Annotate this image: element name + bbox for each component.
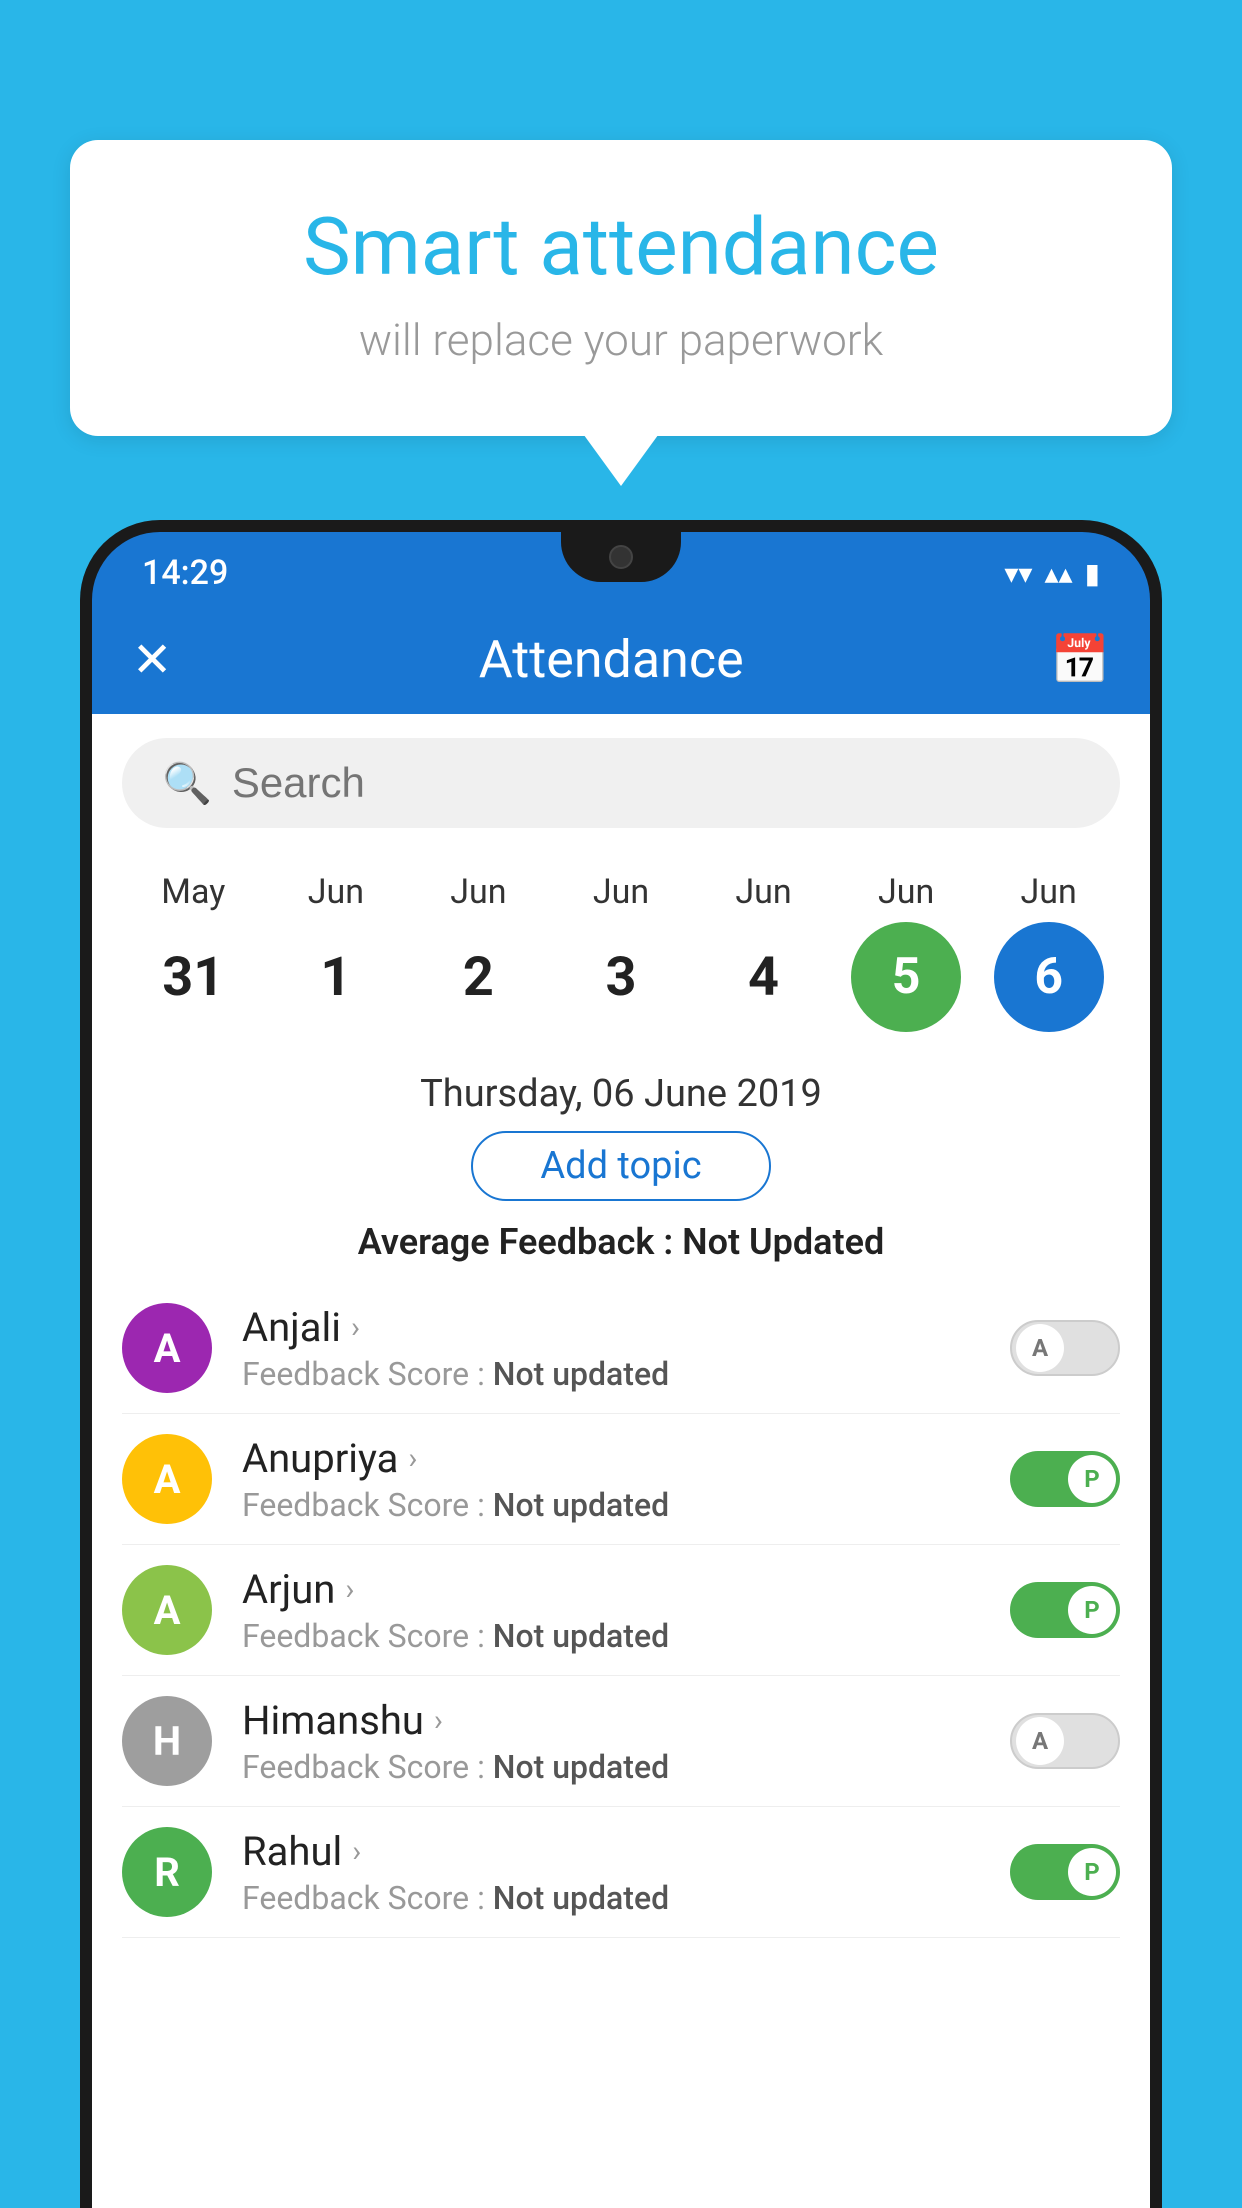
add-topic-button[interactable]: Add topic (471, 1131, 771, 1201)
attendance-toggle[interactable]: P (1010, 1582, 1120, 1638)
search-bar[interactable]: 🔍 (122, 738, 1120, 828)
student-info: Anupriya › Feedback Score : Not updated (242, 1435, 1010, 1524)
student-item-1[interactable]: A Anupriya › Feedback Score : Not updated P (122, 1414, 1120, 1545)
student-name: Rahul › (242, 1828, 1010, 1875)
cal-day-number: 1 (281, 922, 391, 1032)
app-title: Attendance (479, 629, 744, 690)
student-name: Himanshu › (242, 1697, 1010, 1744)
student-name: Anjali › (242, 1304, 1010, 1351)
cal-month-label: May (161, 872, 225, 912)
app-header: ✕ Attendance 📅 (92, 604, 1150, 714)
search-input[interactable] (232, 759, 1080, 807)
student-item-4[interactable]: R Rahul › Feedback Score : Not updated P (122, 1807, 1120, 1938)
attendance-toggle[interactable]: P (1010, 1844, 1120, 1900)
cal-month-label: Jun (450, 872, 506, 912)
phone-frame: 14:29 ▾▾ ▴▴ ▮ ✕ Attendance 📅 🔍 May31Jun (80, 520, 1162, 2208)
cal-month-label: Jun (878, 872, 934, 912)
student-feedback: Feedback Score : Not updated (242, 1617, 1010, 1655)
toggle-knob: A (1016, 1717, 1064, 1765)
student-avatar: A (122, 1565, 212, 1655)
cal-month-label: Jun (308, 872, 364, 912)
attendance-toggle[interactable]: A (1010, 1320, 1120, 1376)
date-info: Thursday, 06 June 2019 (92, 1052, 1150, 1131)
phone-inner: 14:29 ▾▾ ▴▴ ▮ ✕ Attendance 📅 🔍 May31Jun (92, 532, 1150, 2208)
avg-feedback-label: Average Feedback : (358, 1221, 682, 1263)
speech-bubble: Smart attendance will replace your paper… (70, 140, 1172, 436)
student-item-0[interactable]: AAnjali ›Feedback Score : Not updatedA (122, 1283, 1120, 1414)
phone-notch (561, 532, 681, 582)
cal-day-number: 5 (851, 922, 961, 1032)
cal-month-label: Jun (593, 872, 649, 912)
calendar-column-5[interactable]: Jun 5 (841, 872, 971, 1032)
cal-day-number: 3 (566, 922, 676, 1032)
status-icons: ▾▾ ▴▴ ▮ (1004, 557, 1100, 590)
student-avatar: R (122, 1827, 212, 1917)
student-avatar: H (122, 1696, 212, 1786)
toggle-knob: P (1068, 1848, 1116, 1896)
student-avatar: A (122, 1434, 212, 1524)
front-camera (609, 545, 633, 569)
average-feedback: Average Feedback : Not Updated (92, 1221, 1150, 1263)
calendar-column-1[interactable]: Jun 1 (271, 872, 401, 1032)
cal-day-number: 2 (423, 922, 533, 1032)
student-feedback: Feedback Score : Not updated (242, 1748, 1010, 1786)
student-item-3[interactable]: H Himanshu › Feedback Score : Not updatedA (122, 1676, 1120, 1807)
bubble-title: Smart attendance (150, 200, 1092, 294)
battery-icon: ▮ (1085, 557, 1100, 590)
calendar-column-0[interactable]: May 31 (128, 872, 258, 1032)
attendance-toggle[interactable]: P (1010, 1451, 1120, 1507)
chevron-icon: › (408, 1441, 417, 1476)
student-item-2[interactable]: A Arjun › Feedback Score : Not updated P (122, 1545, 1120, 1676)
speech-bubble-container: Smart attendance will replace your paper… (70, 140, 1172, 436)
chevron-icon: › (352, 1834, 361, 1869)
student-name: Arjun › (242, 1566, 1010, 1613)
student-info: Anjali › Feedback Score : Not updated (242, 1304, 1010, 1393)
calendar-strip: May 31 Jun 1 Jun 2 Jun 3 Jun 4 Jun 5 Jun 6 (92, 852, 1150, 1052)
cal-month-label: Jun (1021, 872, 1077, 912)
chevron-icon: › (345, 1572, 354, 1607)
student-avatar: A (122, 1303, 212, 1393)
calendar-icon[interactable]: 📅 (1050, 631, 1110, 688)
search-icon: 🔍 (162, 760, 212, 807)
student-feedback: Feedback Score : Not updated (242, 1355, 1010, 1393)
calendar-column-4[interactable]: Jun 4 (699, 872, 829, 1032)
chevron-icon: › (434, 1703, 443, 1738)
student-list: AAnjali ›Feedback Score : Not updatedAAA… (92, 1283, 1150, 1938)
wifi-icon: ▾▾ (1004, 557, 1032, 590)
status-time: 14:29 (142, 553, 228, 593)
student-feedback: Feedback Score : Not updated (242, 1879, 1010, 1917)
student-name: Anupriya › (242, 1435, 1010, 1482)
toggle-knob: P (1068, 1586, 1116, 1634)
calendar-days[interactable]: May 31 Jun 1 Jun 2 Jun 3 Jun 4 Jun 5 Jun 6 (122, 872, 1120, 1032)
student-feedback: Feedback Score : Not updated (242, 1486, 1010, 1524)
calendar-column-6[interactable]: Jun 6 (984, 872, 1114, 1032)
close-icon[interactable]: ✕ (132, 631, 172, 688)
calendar-column-3[interactable]: Jun 3 (556, 872, 686, 1032)
avg-feedback-value: Not Updated (682, 1221, 884, 1263)
selected-date-label: Thursday, 06 June 2019 (420, 1072, 822, 1116)
add-topic-label: Add topic (540, 1144, 701, 1188)
student-info: Arjun › Feedback Score : Not updated (242, 1566, 1010, 1655)
cal-day-number: 31 (138, 922, 248, 1032)
student-info: Himanshu › Feedback Score : Not updated (242, 1697, 1010, 1786)
chevron-icon: › (351, 1310, 360, 1345)
signal-icon: ▴▴ (1044, 557, 1072, 590)
toggle-knob: A (1016, 1324, 1064, 1372)
calendar-column-2[interactable]: Jun 2 (413, 872, 543, 1032)
cal-month-label: Jun (735, 872, 791, 912)
screen-content: 🔍 May 31 Jun 1 Jun 2 Jun 3 Jun 4 Jun 5 Jun 6 Thursday… (92, 714, 1150, 2208)
toggle-knob: P (1068, 1455, 1116, 1503)
cal-day-number: 6 (994, 922, 1104, 1032)
cal-day-number: 4 (709, 922, 819, 1032)
attendance-toggle[interactable]: A (1010, 1713, 1120, 1769)
bubble-subtitle: will replace your paperwork (150, 314, 1092, 366)
student-info: Rahul › Feedback Score : Not updated (242, 1828, 1010, 1917)
